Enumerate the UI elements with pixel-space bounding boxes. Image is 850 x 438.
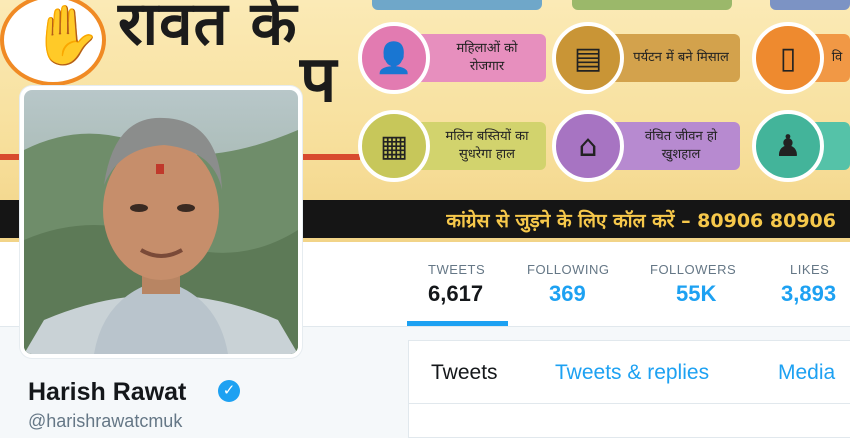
bus-icon: ▤ [552,22,624,94]
woman-icon: 👤 [358,22,430,94]
verified-badge-icon: ✓ [218,380,240,402]
soldier-icon: ♟ [752,110,824,182]
banner-tile-edge [372,0,542,10]
banner-tile-edge [770,0,850,10]
profile-avatar[interactable] [20,86,302,358]
profile-handle[interactable]: @harishrawatcmuk [28,411,182,432]
stat-label: TWEETS [428,262,486,277]
tab-tweets[interactable]: Tweets [431,361,498,385]
banner-tile-partial-2: ♟ [752,110,850,182]
stat-value: 55K [676,281,717,306]
stat-likes[interactable]: LIKES 3,893 [781,262,836,307]
stat-following[interactable]: FOLLOWING 369 [527,262,610,307]
banner-tile-women-employment: महिलाओं को रोजगार 👤 [358,22,548,94]
tab-tweets-replies[interactable]: Tweets & replies [555,361,709,385]
banner-tile-slums: मलिन बस्तियों का सुधरेगा हाल ▦ [358,110,548,182]
house-icon: ⌂ [552,110,624,182]
banner-headline: रावत के [118,0,298,59]
hand-icon: ✋ [30,1,103,69]
stat-label: FOLLOWERS [650,262,737,277]
banner-headline-fragment: प [300,43,337,117]
banner-tile-partial: वि ▯ [752,22,850,94]
phone-icon: ▯ [752,22,824,94]
profile-name: Harish Rawat [28,378,187,406]
stat-label: LIKES [790,262,830,277]
timeline-tabs: Tweets Tweets & replies Media [408,340,850,438]
stat-tweets[interactable]: TWEETS 6,617 [428,262,485,307]
building-icon: ▦ [358,110,430,182]
tile-label: वंचित जीवन हो खुशहाल [610,122,740,170]
stat-label: FOLLOWING [527,262,610,277]
stat-value: 369 [549,281,586,306]
tile-label: महिलाओं को रोजगार [416,34,546,82]
avatar-photo [24,90,298,354]
tab-media[interactable]: Media [778,361,835,385]
stat-value: 6,617 [428,281,484,306]
tabs-divider [409,403,850,404]
helpline-text: कांग्रेस से जुड़ने के लिए कॉल करें – 809… [446,210,836,232]
banner-tile-edge [572,0,732,10]
tile-label: मलिन बस्तियों का सुधरेगा हाल [416,122,546,170]
tile-label: पर्यटन में बने मिसाल [610,34,740,82]
congress-logo: ✋ [0,0,106,86]
banner-tile-tourism: पर्यटन में बने मिसाल ▤ [552,22,742,94]
active-stat-indicator [407,321,508,326]
stat-value: 3,893 [781,281,837,306]
banner-tile-deprived-life: वंचित जीवन हो खुशहाल ⌂ [552,110,742,182]
stat-followers[interactable]: FOLLOWERS 55K [650,262,736,307]
